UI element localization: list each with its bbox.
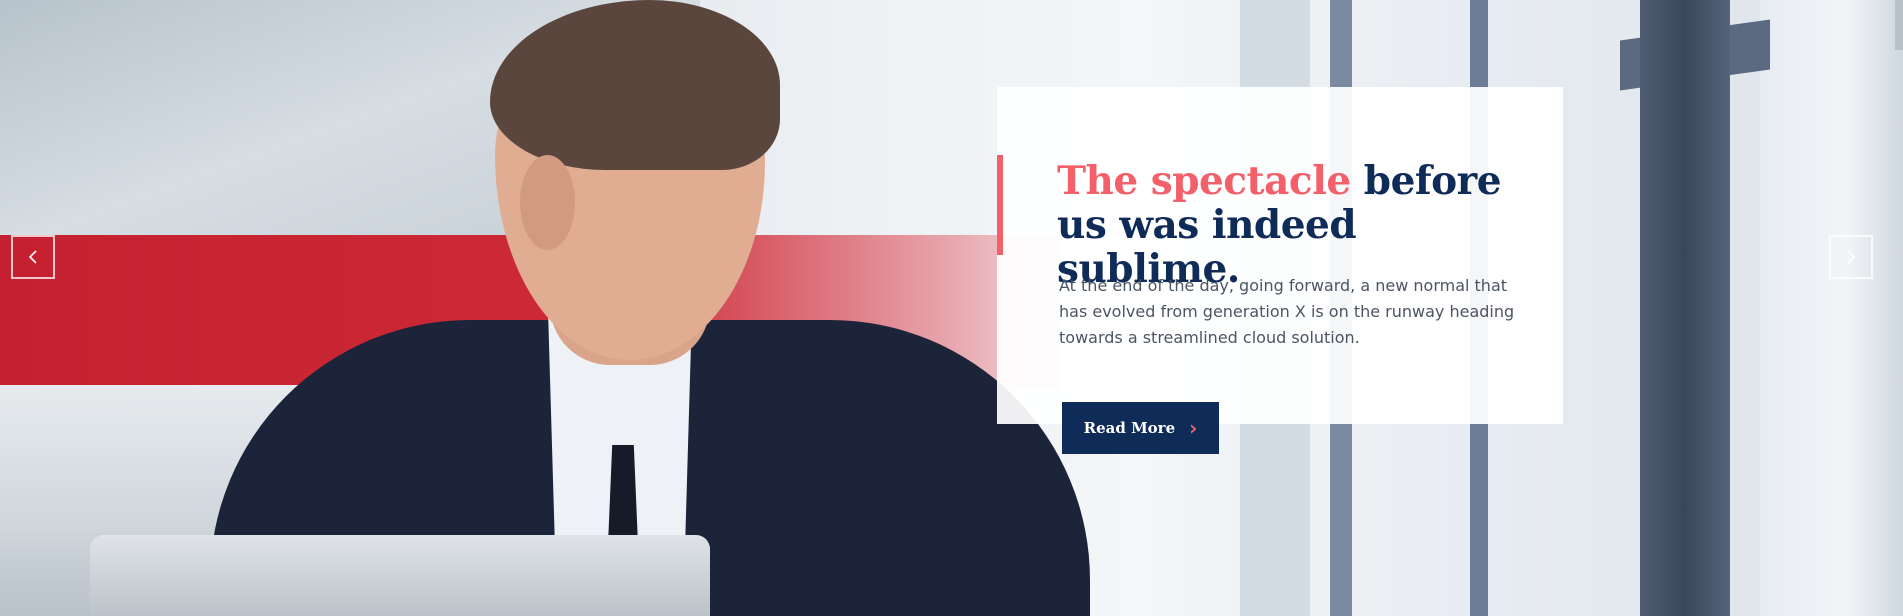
person-hair [490, 0, 780, 170]
chevron-left-icon [28, 250, 37, 264]
slide-description: At the end of the day, going forward, a … [1059, 276, 1515, 347]
headline-accent-bar [997, 155, 1003, 255]
hero-slider: The spectacle before us was indeed subli… [0, 0, 1903, 616]
background-pillar [1640, 0, 1730, 616]
person-ear [520, 155, 575, 250]
hero-photo-person [90, 0, 1090, 616]
chevron-right-icon [1847, 250, 1856, 264]
slider-prev-button[interactable] [11, 235, 55, 279]
laptop [90, 535, 710, 616]
read-more-label: Read More [1083, 419, 1176, 437]
page-scrollbar[interactable] [1895, 0, 1903, 50]
read-more-button[interactable]: Read More › [1062, 402, 1219, 454]
chevron-right-icon: › [1189, 416, 1198, 440]
headline-highlight: The spectacle [1057, 158, 1351, 204]
background-glass [1760, 0, 1903, 616]
slide-headline: The spectacle before us was indeed subli… [1057, 159, 1517, 291]
slider-next-button[interactable] [1829, 235, 1873, 279]
